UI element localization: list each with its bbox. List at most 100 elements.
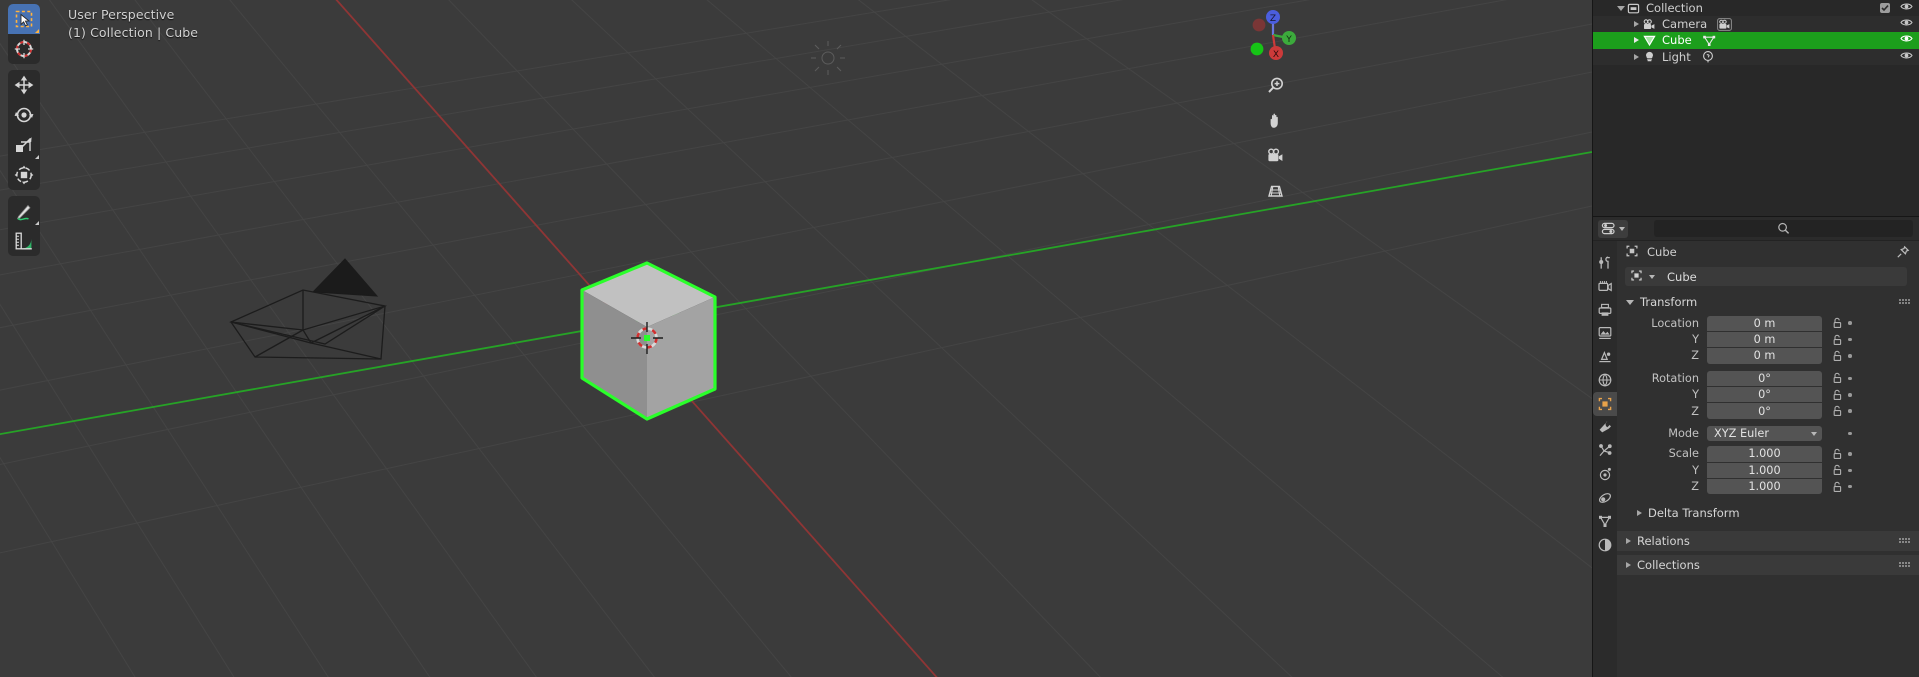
camera-data-icon[interactable] (1717, 17, 1733, 31)
camera-view-button[interactable] (1264, 144, 1286, 166)
expand-cube-icon[interactable] (1631, 37, 1642, 44)
location-y-row[interactable]: Y 0 m (1617, 331, 1919, 348)
rotation-y-row[interactable]: Y 0° (1617, 387, 1919, 403)
scale-x-row[interactable]: Scale 1.000 (1617, 446, 1919, 462)
pin-icon[interactable] (1896, 245, 1910, 262)
scale-tool-button[interactable] (8, 130, 40, 160)
scale-y-row[interactable]: Y 1.000 (1617, 462, 1919, 479)
animate-property-icon[interactable] (1844, 376, 1856, 381)
rotate-tool-button[interactable] (8, 100, 40, 130)
physics-tab[interactable] (1593, 463, 1617, 487)
properties-search-input[interactable] (1654, 220, 1913, 237)
rotation-z-row[interactable]: Z 0° (1617, 403, 1919, 419)
viewport-nav-buttons[interactable] (1264, 74, 1286, 201)
scale-z-row[interactable]: Z 1.000 (1617, 479, 1919, 495)
properties-tab-strip[interactable] (1593, 241, 1617, 677)
lock-icon[interactable] (1830, 448, 1844, 460)
output-tab[interactable] (1593, 298, 1617, 322)
animate-property-icon[interactable] (1844, 337, 1856, 342)
outliner-row-controls[interactable] (1900, 32, 1913, 48)
outliner-row-light[interactable]: Light (1593, 48, 1919, 65)
properties-editor[interactable]: Cube Cube Transform Location 0 m Y 0 m Z… (1592, 216, 1919, 677)
animate-property-icon[interactable] (1844, 393, 1856, 397)
constraints-tab[interactable] (1593, 486, 1617, 510)
particles-tab[interactable] (1593, 439, 1617, 463)
rotation-y-input[interactable]: 0° (1707, 387, 1822, 403)
collections-panel-header[interactable]: Collections (1617, 554, 1919, 575)
delta-transform-panel-header[interactable]: Delta Transform (1617, 503, 1919, 523)
material-tab[interactable] (1593, 533, 1617, 557)
outliner-row-controls[interactable] (1880, 0, 1913, 16)
rotation-mode-row[interactable]: Mode XYZ Euler (1617, 425, 1919, 442)
lock-icon[interactable] (1830, 334, 1844, 346)
measure-tool-button[interactable] (8, 226, 40, 256)
navigation-gizmo[interactable]: Z Y X (1242, 4, 1304, 70)
render-tab[interactable] (1593, 275, 1617, 299)
collection-checkbox[interactable] (1880, 3, 1890, 14)
scale-x-input[interactable]: 1.000 (1707, 446, 1822, 462)
animate-property-icon[interactable] (1844, 484, 1856, 489)
scene-tab[interactable] (1593, 345, 1617, 369)
expand-collection-icon[interactable] (1615, 5, 1626, 11)
visibility-eye-icon[interactable] (1900, 0, 1913, 16)
rotation-x-input[interactable]: 0° (1707, 370, 1822, 387)
location-z-row[interactable]: Z 0 m (1617, 348, 1919, 364)
light-data-icon[interactable] (1701, 50, 1716, 63)
lock-icon[interactable] (1830, 389, 1844, 401)
outliner-row-controls[interactable] (1900, 49, 1913, 65)
outliner-row-camera[interactable]: Camera (1593, 16, 1919, 33)
modifiers-tab[interactable] (1593, 416, 1617, 440)
outliner-row-cube[interactable]: Cube (1593, 32, 1919, 49)
lock-icon[interactable] (1830, 350, 1844, 362)
expand-light-icon[interactable] (1631, 53, 1642, 60)
mesh-data-icon[interactable] (1702, 34, 1717, 47)
animate-property-icon[interactable] (1844, 452, 1856, 456)
relations-panel-header[interactable]: Relations (1617, 530, 1919, 551)
location-x-row[interactable]: Location 0 m (1617, 315, 1919, 331)
location-x-input[interactable]: 0 m (1707, 315, 1822, 331)
editor-type-button[interactable] (1598, 219, 1628, 238)
scale-z-input[interactable]: 1.000 (1707, 479, 1822, 495)
lock-icon[interactable] (1830, 464, 1844, 476)
scale-y-input[interactable]: 1.000 (1707, 462, 1822, 479)
outliner-editor[interactable]: Collection Camera Cube Light (1592, 0, 1919, 216)
visibility-eye-icon[interactable] (1900, 32, 1913, 48)
move-view-button[interactable] (1264, 109, 1286, 131)
properties-header[interactable] (1593, 217, 1919, 241)
3d-viewport[interactable]: User Perspective (1) Collection | Cube Z… (0, 0, 1592, 677)
lock-icon[interactable] (1830, 405, 1844, 417)
rotation-x-row[interactable]: Rotation 0° (1617, 370, 1919, 387)
tweak-tool-button[interactable] (8, 4, 40, 34)
visibility-eye-icon[interactable] (1900, 16, 1913, 32)
annotate-tool-button[interactable] (8, 196, 40, 226)
move-tool-button[interactable] (8, 70, 40, 100)
zoom-view-button[interactable] (1264, 74, 1286, 96)
animate-property-icon[interactable] (1844, 354, 1856, 358)
outliner-row-controls[interactable] (1900, 16, 1913, 32)
rotation-mode-select[interactable]: XYZ Euler (1707, 425, 1822, 442)
object-name-field[interactable]: Cube (1625, 267, 1907, 286)
outliner-row-collection[interactable]: Collection (1593, 0, 1919, 16)
transform-tool-button[interactable] (8, 160, 40, 190)
animate-property-icon[interactable] (1844, 431, 1856, 436)
expand-camera-icon[interactable] (1631, 21, 1642, 28)
rotation-z-input[interactable]: 0° (1707, 403, 1822, 419)
lock-icon[interactable] (1830, 372, 1844, 384)
animate-property-icon[interactable] (1844, 321, 1856, 325)
object-tab[interactable] (1593, 392, 1617, 416)
animate-property-icon[interactable] (1844, 409, 1856, 413)
cursor-tool-button[interactable] (8, 34, 40, 64)
view-layer-tab[interactable] (1593, 322, 1617, 346)
toggle-ortho-button[interactable] (1264, 179, 1286, 201)
visibility-eye-icon[interactable] (1900, 49, 1913, 65)
lock-icon[interactable] (1830, 317, 1844, 329)
viewport-toolbar[interactable] (8, 4, 40, 256)
tool-tab[interactable] (1593, 251, 1617, 275)
world-tab[interactable] (1593, 369, 1617, 393)
location-z-input[interactable]: 0 m (1707, 348, 1822, 364)
transform-panel-header[interactable]: Transform (1617, 292, 1919, 312)
animate-property-icon[interactable] (1844, 468, 1856, 473)
location-y-input[interactable]: 0 m (1707, 331, 1822, 348)
data-tab[interactable] (1593, 510, 1617, 534)
lock-icon[interactable] (1830, 481, 1844, 493)
